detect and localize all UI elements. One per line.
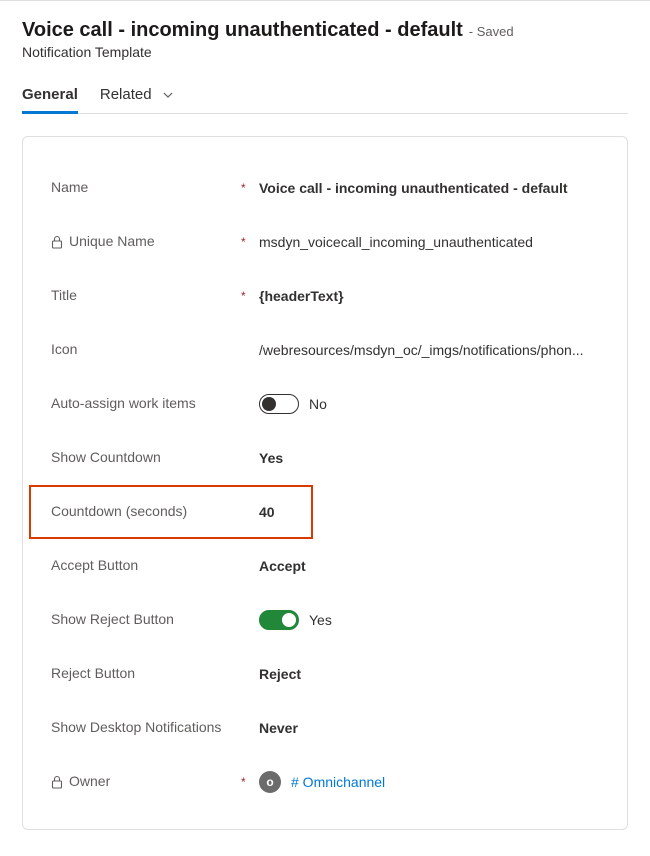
- field-name-value: Voice call - incoming unauthenticated - …: [259, 180, 568, 196]
- required-marker: *: [241, 181, 251, 195]
- field-title[interactable]: Title * {headerText}: [51, 269, 599, 323]
- show-reject-toggle[interactable]: [259, 610, 299, 630]
- field-show-reject-value: Yes: [309, 612, 332, 628]
- field-title-label: Title: [51, 287, 77, 305]
- lock-icon: [51, 235, 63, 249]
- field-icon[interactable]: Icon /webresources/msdyn_oc/_imgs/notifi…: [51, 323, 599, 377]
- field-countdown-seconds-value: 40: [259, 504, 275, 520]
- required-marker: *: [241, 775, 251, 789]
- field-reject-button[interactable]: Reject Button Reject: [51, 647, 599, 701]
- field-accept-button-value: Accept: [259, 558, 306, 574]
- page-header: Voice call - incoming unauthenticated - …: [22, 19, 628, 60]
- owner-link[interactable]: # Omnichannel: [291, 774, 385, 790]
- required-marker: *: [241, 289, 251, 303]
- field-owner[interactable]: Owner * o # Omnichannel: [51, 755, 599, 809]
- lock-icon: [51, 775, 63, 789]
- page-title: Voice call - incoming unauthenticated - …: [22, 19, 463, 42]
- field-show-countdown[interactable]: Show Countdown Yes: [51, 431, 599, 485]
- field-accept-button-label: Accept Button: [51, 557, 138, 575]
- field-unique-name[interactable]: Unique Name * msdyn_voicecall_incoming_u…: [51, 215, 599, 269]
- owner-avatar: o: [259, 771, 281, 793]
- field-show-reject[interactable]: Show Reject Button Yes: [51, 593, 599, 647]
- form-card: Name * Voice call - incoming unauthentic…: [22, 136, 628, 830]
- tab-general[interactable]: General: [22, 80, 78, 113]
- chevron-down-icon: [162, 86, 174, 103]
- tab-related[interactable]: Related: [100, 80, 174, 113]
- tab-general-label: General: [22, 86, 78, 103]
- field-owner-label: Owner: [69, 773, 110, 791]
- field-show-reject-label: Show Reject Button: [51, 611, 174, 629]
- field-name[interactable]: Name * Voice call - incoming unauthentic…: [51, 161, 599, 215]
- field-countdown-seconds-label: Countdown (seconds): [51, 503, 187, 521]
- field-desktop-notifications-value: Never: [259, 720, 298, 736]
- field-icon-label: Icon: [51, 341, 77, 359]
- tab-related-label: Related: [100, 86, 152, 103]
- field-title-value: {headerText}: [259, 288, 344, 304]
- field-auto-assign-value: No: [309, 396, 327, 412]
- field-desktop-notifications[interactable]: Show Desktop Notifications Never: [51, 701, 599, 755]
- field-show-countdown-value: Yes: [259, 450, 283, 466]
- field-auto-assign-label: Auto-assign work items: [51, 395, 196, 413]
- auto-assign-toggle[interactable]: [259, 394, 299, 414]
- required-marker: *: [241, 235, 251, 249]
- field-name-label: Name: [51, 179, 88, 197]
- field-countdown-seconds[interactable]: Countdown (seconds) 40: [29, 485, 313, 539]
- field-desktop-notifications-label: Show Desktop Notifications: [51, 719, 221, 737]
- field-unique-name-value: msdyn_voicecall_incoming_unauthenticated: [259, 234, 533, 250]
- field-show-countdown-label: Show Countdown: [51, 449, 161, 467]
- entity-subtitle: Notification Template: [22, 44, 628, 60]
- field-icon-value: /webresources/msdyn_oc/_imgs/notificatio…: [259, 342, 584, 358]
- field-reject-button-value: Reject: [259, 666, 301, 682]
- field-unique-name-label: Unique Name: [69, 233, 155, 251]
- field-auto-assign[interactable]: Auto-assign work items No: [51, 377, 599, 431]
- saved-status: - Saved: [469, 24, 514, 39]
- field-accept-button[interactable]: Accept Button Accept: [51, 539, 599, 593]
- field-reject-button-label: Reject Button: [51, 665, 135, 683]
- form-tabs: General Related: [22, 80, 628, 114]
